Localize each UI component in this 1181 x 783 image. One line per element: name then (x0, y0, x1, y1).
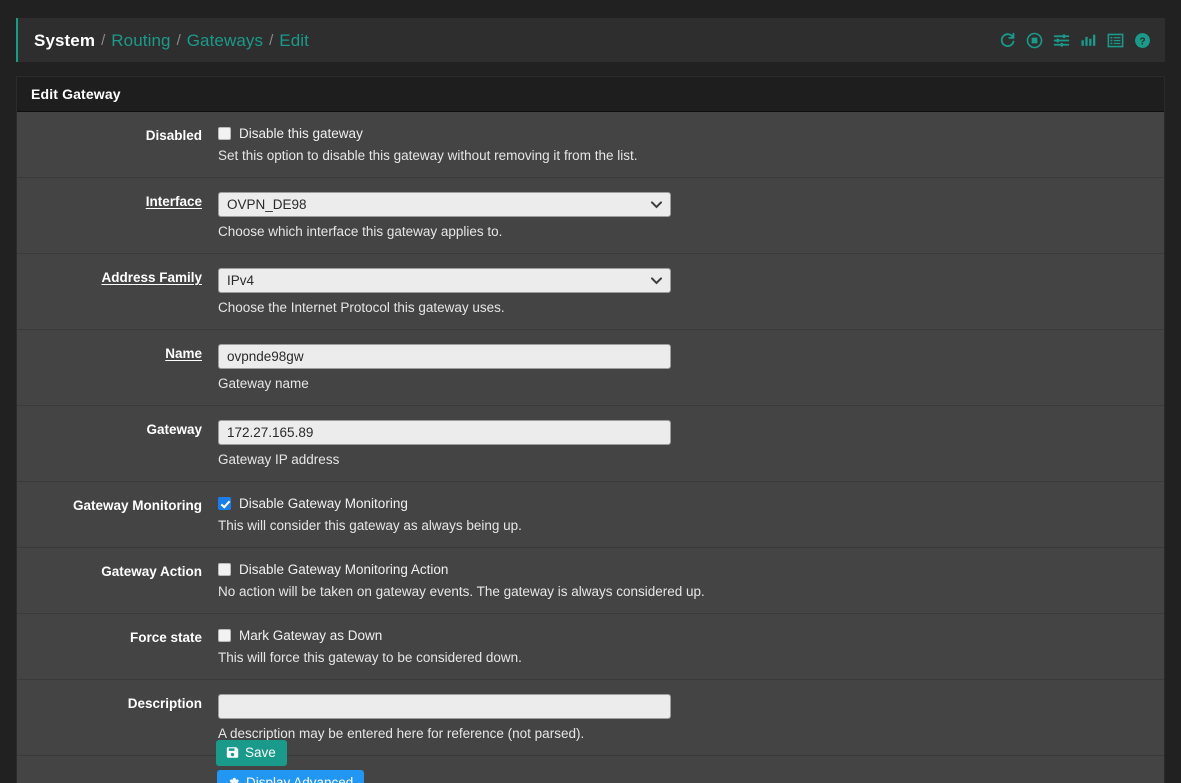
breadcrumb-separator: / (176, 31, 181, 49)
breadcrumb: System / Routing / Gateways / Edit (34, 32, 999, 49)
label-gateway: Gateway (146, 422, 202, 437)
label-name: Name (165, 346, 202, 361)
page-header: System / Routing / Gateways / Edit ? (16, 18, 1165, 62)
page-root: System / Routing / Gateways / Edit ? Edi… (0, 0, 1181, 783)
save-area: Save (16, 724, 1165, 766)
disable-gateway-monitoring-action-checkbox-label[interactable]: Disable Gateway Monitoring Action (239, 562, 448, 577)
label-address-family: Address Family (101, 270, 202, 285)
form-row-address-family: Address Family IPv4 Choose the Internet … (17, 254, 1164, 330)
help-gateway-action: No action will be taken on gateway event… (218, 584, 705, 599)
save-button-label: Save (245, 745, 276, 760)
help-name: Gateway name (218, 376, 309, 391)
disable-gateway-monitoring-action-checkbox[interactable] (218, 563, 231, 576)
help-force-state: This will force this gateway to be consi… (218, 650, 522, 665)
list-alt-icon[interactable] (1107, 32, 1124, 49)
display-advanced-button-label: Display Advanced (246, 775, 354, 783)
help-address-family: Choose the Internet Protocol this gatewa… (218, 300, 505, 315)
mark-gateway-down-checkbox[interactable] (218, 629, 231, 642)
breadcrumb-item-gateways[interactable]: Gateways (187, 32, 263, 49)
form-row-name: Name Gateway name (17, 330, 1164, 406)
breadcrumb-separator: / (101, 31, 106, 49)
breadcrumb-item-routing[interactable]: Routing (111, 32, 170, 49)
breadcrumb-item-edit[interactable]: Edit (279, 32, 309, 49)
header-icon-group: ? (999, 32, 1151, 49)
svg-text:?: ? (1139, 36, 1145, 47)
stop-circle-icon[interactable] (1026, 32, 1043, 49)
restart-icon[interactable] (999, 32, 1016, 49)
mark-gateway-down-checkbox-label[interactable]: Mark Gateway as Down (239, 628, 382, 643)
panel-title: Edit Gateway (17, 77, 1164, 112)
save-button[interactable]: Save (216, 740, 287, 766)
form-row-gateway-monitoring: Gateway Monitoring Disable Gateway Monit… (17, 482, 1164, 548)
disable-gateway-monitoring-checkbox[interactable] (218, 497, 231, 510)
help-gateway-monitoring: This will consider this gateway as alway… (218, 518, 522, 533)
description-input[interactable] (218, 694, 671, 719)
interface-select[interactable]: OVPN_DE98 (218, 192, 671, 217)
breadcrumb-separator: / (269, 31, 274, 49)
label-force-state: Force state (129, 630, 202, 645)
help-interface: Choose which interface this gateway appl… (218, 224, 503, 239)
breadcrumb-item-system: System (34, 30, 96, 50)
help-circle-icon[interactable]: ? (1134, 32, 1151, 49)
form-row-interface: Interface OVPN_DE98 Choose which interfa… (17, 178, 1164, 254)
label-description: Description (127, 696, 202, 711)
display-advanced-button[interactable]: Display Advanced (217, 770, 365, 783)
form-row-disabled: Disabled Disable this gateway Set this o… (17, 112, 1164, 178)
label-interface: Interface (145, 194, 202, 209)
label-disabled: Disabled (145, 128, 202, 143)
disable-gateway-monitoring-checkbox-label[interactable]: Disable Gateway Monitoring (239, 496, 408, 511)
gateway-address-input[interactable] (218, 420, 671, 445)
address-family-select[interactable]: IPv4 (218, 268, 671, 293)
name-input[interactable] (218, 344, 671, 369)
disable-gateway-checkbox-label[interactable]: Disable this gateway (239, 126, 363, 141)
sliders-icon[interactable] (1053, 32, 1070, 49)
save-floppy-icon (226, 746, 239, 759)
form-row-gateway-action: Gateway Action Disable Gateway Monitorin… (17, 548, 1164, 614)
form-row-gateway: Gateway Gateway IP address (17, 406, 1164, 482)
chart-bar-icon[interactable] (1080, 32, 1097, 49)
label-gateway-monitoring: Gateway Monitoring (72, 498, 202, 513)
form-row-force-state: Force state Mark Gateway as Down This wi… (17, 614, 1164, 680)
label-gateway-action: Gateway Action (101, 564, 202, 579)
help-gateway: Gateway IP address (218, 452, 340, 467)
disable-gateway-checkbox[interactable] (218, 127, 231, 140)
gear-icon (227, 776, 240, 783)
edit-gateway-panel: Edit Gateway Disabled Disable this gatew… (16, 76, 1165, 783)
help-disabled: Set this option to disable this gateway … (218, 148, 638, 163)
